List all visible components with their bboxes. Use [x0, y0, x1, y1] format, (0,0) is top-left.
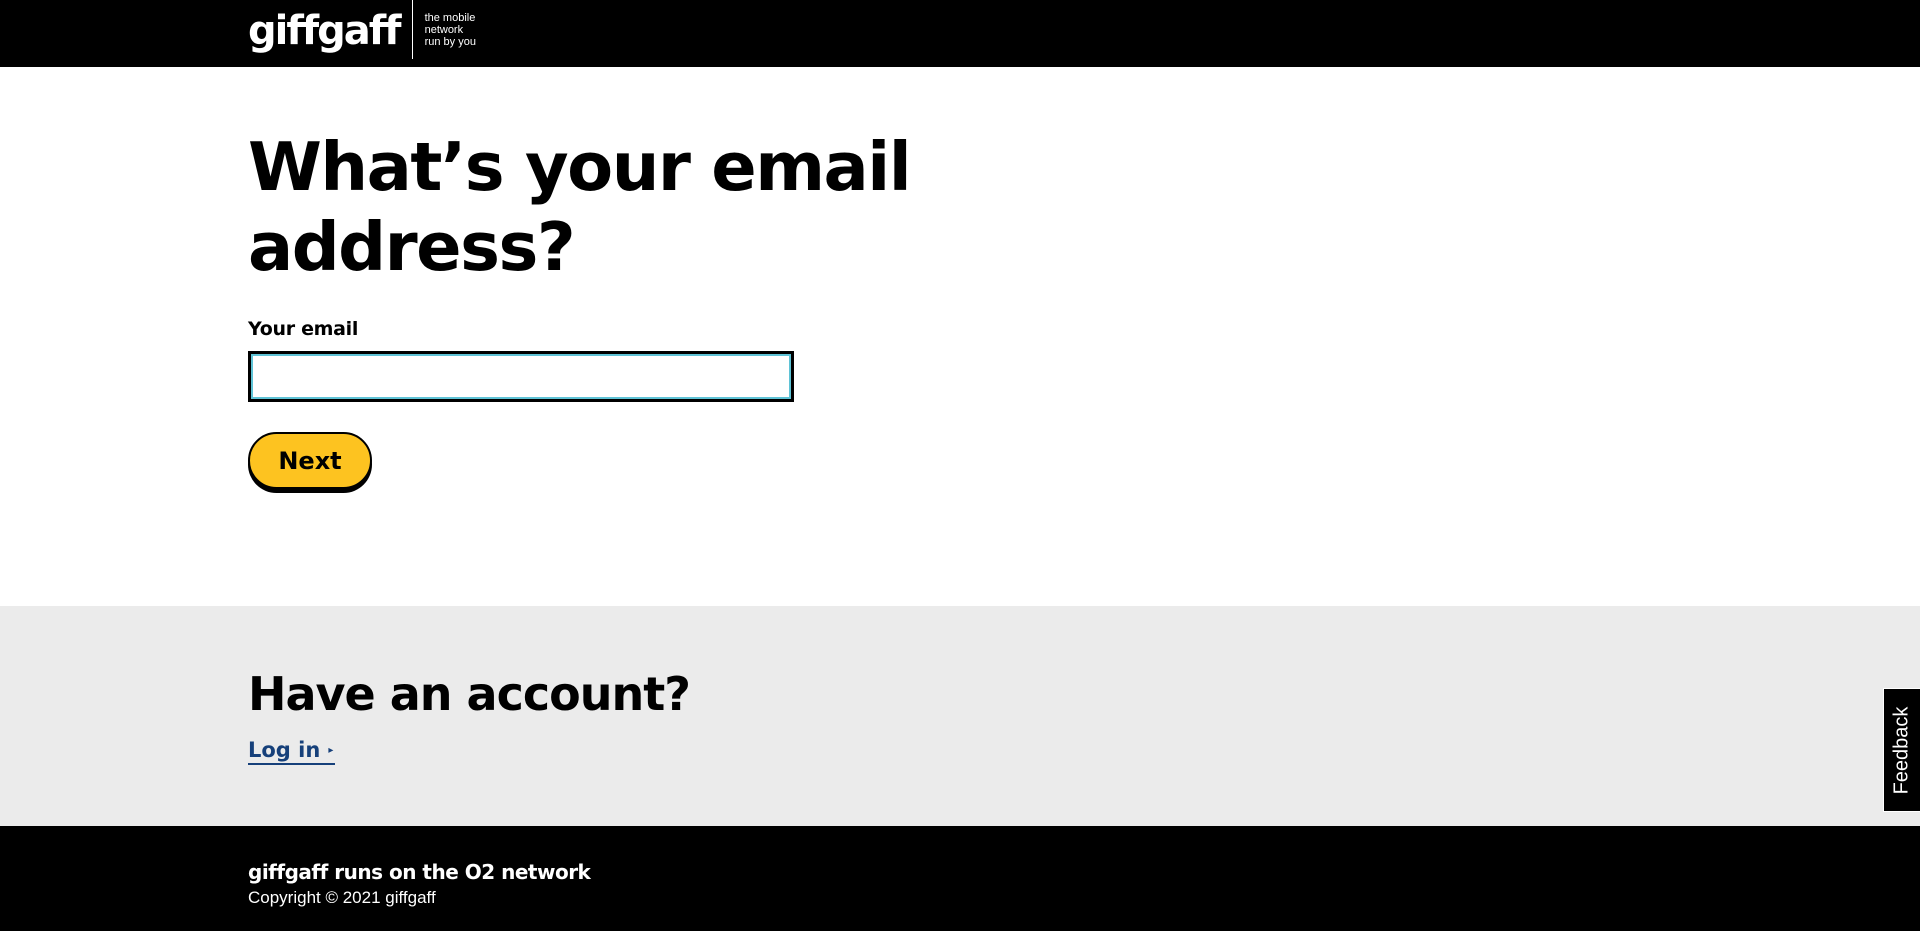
have-account-section: Have an account? Log in ▸: [0, 606, 1920, 826]
page-title: What’s your email address?: [248, 128, 912, 286]
brand-divider: [411, 0, 413, 59]
footer: giffgaff runs on the O2 network Copyrigh…: [0, 826, 1920, 931]
email-input[interactable]: [248, 351, 794, 402]
login-link[interactable]: Log in ▸: [248, 738, 336, 765]
tagline-line-2: network: [424, 24, 464, 36]
tagline-line-3: run by you: [424, 36, 476, 48]
brand-tagline: the mobile network run by you: [425, 12, 476, 48]
next-button[interactable]: Next: [248, 432, 372, 489]
footer-network-text: giffgaff runs on the O2 network: [248, 860, 591, 884]
footer-copyright: Copyright © 2021 giffgaff: [248, 888, 436, 907]
have-account-title: Have an account?: [248, 667, 691, 721]
giffgaff-logo[interactable]: giffgaff: [248, 8, 402, 54]
arrow-right-icon: ▸: [328, 744, 334, 756]
email-label: Your email: [248, 318, 359, 340]
feedback-button[interactable]: Feedback: [1883, 688, 1920, 812]
brand[interactable]: giffgaff the mobile network run by you: [248, 0, 476, 67]
login-link-label: Log in: [248, 738, 321, 762]
tagline-line-1: the mobile: [424, 12, 476, 24]
feedback-label: Feedback: [1890, 706, 1913, 794]
top-bar: giffgaff the mobile network run by you: [0, 0, 1920, 67]
